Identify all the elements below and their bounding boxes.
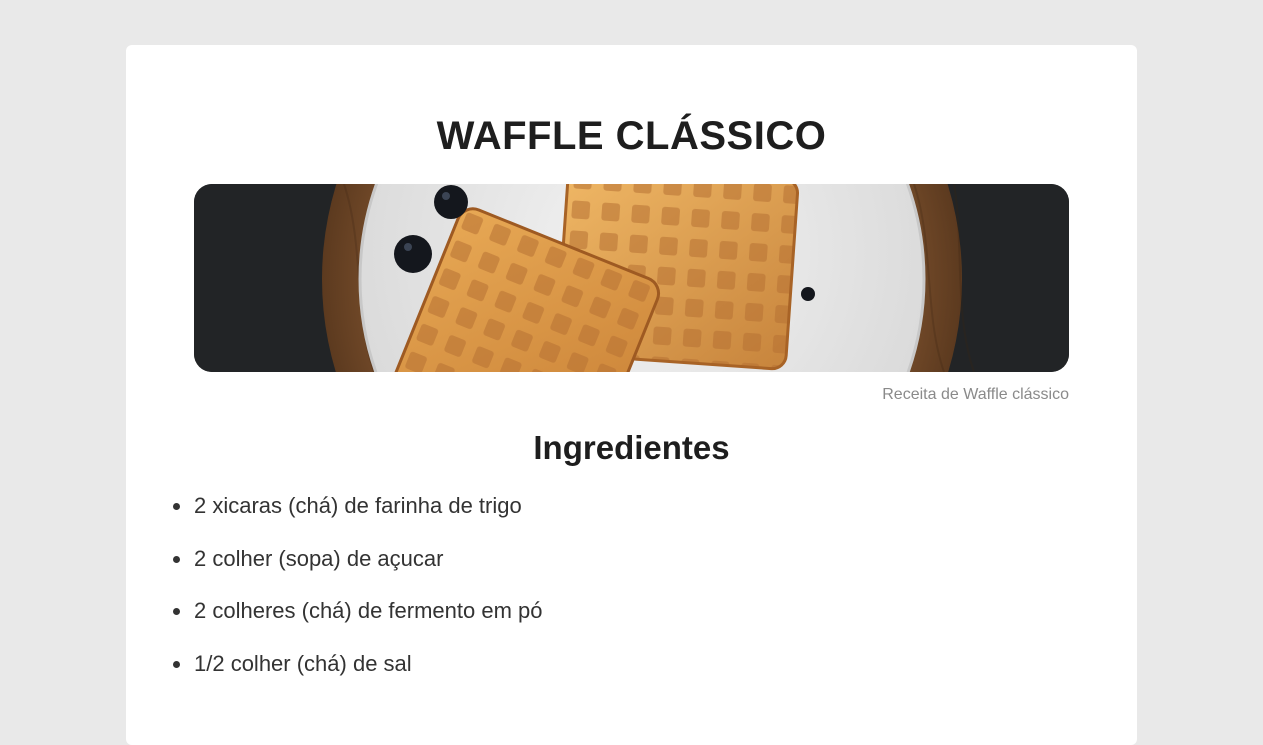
ingredients-list: 2 xicaras (chá) de farinha de trigo 2 co… xyxy=(173,490,543,701)
list-item: 1/2 colher (chá) de sal xyxy=(173,648,543,701)
waffle-photo xyxy=(194,184,1069,372)
list-item: 2 colher (sopa) de açucar xyxy=(173,543,543,596)
bullet-icon xyxy=(173,660,180,668)
bullet-icon xyxy=(173,503,180,510)
list-item: 2 colheres (chá) de fermento em pó xyxy=(173,595,543,648)
recipe-title: WAFFLE CLÁSSICO xyxy=(436,114,827,158)
bullet-icon xyxy=(173,608,180,615)
list-item: 2 xicaras (chá) de farinha de trigo xyxy=(173,490,543,543)
ingredients-heading: Ingredientes xyxy=(533,429,730,466)
image-caption: Receita de Waffle clássico xyxy=(882,386,1069,403)
bullet-icon xyxy=(173,555,180,563)
